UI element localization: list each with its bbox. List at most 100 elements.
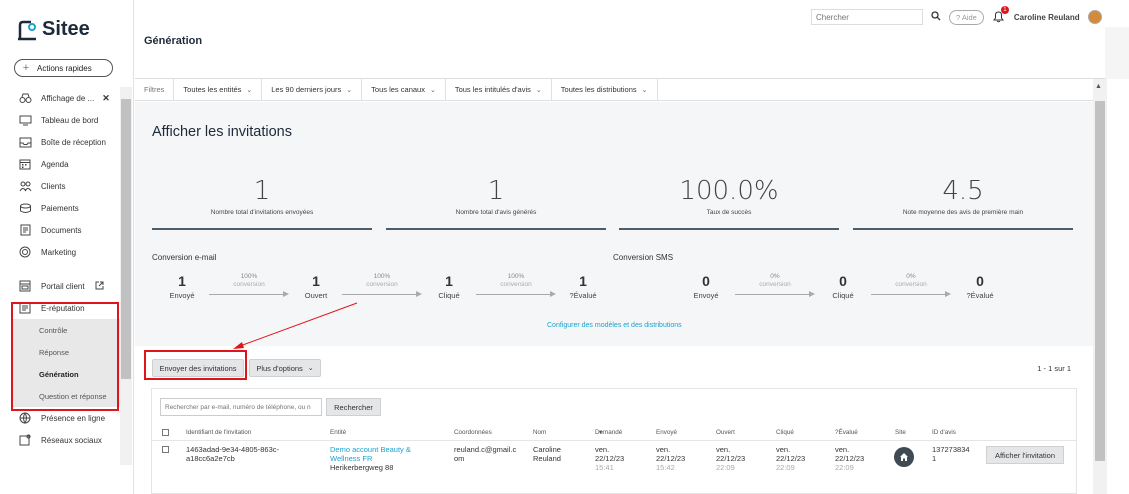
header-right-panel (1105, 27, 1129, 79)
conversion-rate: 0% (906, 273, 916, 280)
cell-line: a18cc6a2e7cb (186, 454, 235, 463)
cell-line: ven. (595, 445, 610, 454)
cell-evaluated: ven. 22/12/23 22:09 (835, 445, 864, 472)
marketing-icon (18, 245, 32, 259)
cell-opened: ven. 22/12/23 22:09 (716, 445, 745, 472)
sidebar-item-dashboard[interactable]: Tableau de bord (0, 109, 120, 131)
configure-templates-link[interactable]: Configurer des modèles et des distributi… (547, 322, 682, 329)
quick-actions-button[interactable]: + Actions rapides (14, 59, 113, 77)
table-search-input[interactable] (160, 398, 322, 416)
sort-desc-icon: ▾ (599, 429, 603, 436)
stat-success-rate: 100.0% Taux de succès (619, 176, 839, 230)
quick-actions-label: Actions rapides (37, 63, 92, 73)
cell-line: 137273834 (932, 445, 970, 454)
avatar[interactable] (1087, 10, 1102, 24)
highlight-box-send-button (144, 350, 247, 380)
payments-icon (18, 201, 32, 215)
cell-line: ven. (716, 445, 731, 454)
sidebar-item-label: Clients (41, 181, 66, 191)
close-icon[interactable]: ✕ (102, 93, 110, 104)
page-title: Génération (144, 35, 203, 47)
logo[interactable]: Sitee (16, 18, 90, 41)
step-count: 1 (312, 273, 320, 289)
entity-link[interactable]: Demo account Beauty & (330, 445, 411, 454)
sidebar-item-agenda[interactable]: Agenda (0, 153, 120, 175)
search-icon[interactable] (931, 11, 941, 23)
logo-icon (18, 20, 36, 40)
app-root: Sitee + Actions rapides Affichage de ...… (0, 0, 1129, 494)
stat-value: 4.5 (942, 176, 984, 206)
search-button[interactable]: Rechercher (326, 398, 381, 416)
cell-clicked: ven. 22/12/23 22:09 (776, 445, 805, 472)
sidebar-item-clients[interactable]: Clients (0, 175, 120, 197)
brand-name: Sitee (42, 18, 90, 40)
sidebar-item-label: Portail client (41, 281, 85, 291)
cell-line: ven. (656, 445, 671, 454)
sidebar: Sitee + Actions rapides Affichage de ...… (0, 0, 134, 494)
step-count: 0 (839, 273, 847, 289)
main-scroll-thumb[interactable] (1095, 101, 1105, 461)
cell-name: Caroline Reuland (533, 445, 561, 463)
col-header-review-id: ID d'avis (932, 429, 956, 436)
email-step-clicked: 1 Cliqué (419, 273, 479, 300)
filter-entities[interactable]: Toutes les entités ⌄ (174, 78, 263, 101)
stat-label: Nombre total d'avis générés (455, 209, 537, 216)
cell-sent: ven. 22/12/23 15:42 (656, 445, 685, 472)
sidebar-item-label: Agenda (41, 159, 69, 169)
notification-bell[interactable]: 1 (992, 6, 1009, 24)
filter-period[interactable]: Les 90 derniers jours ⌄ (262, 78, 363, 101)
email-conversion-title: Conversion e-mail (152, 253, 217, 262)
conversion-rate: 0% (770, 273, 780, 280)
conversion-rate: 100% (507, 273, 525, 280)
help-button[interactable]: ? Aide (949, 9, 984, 25)
step-label: Ouvert (304, 291, 328, 300)
step-label: ?Évalué (966, 291, 994, 300)
filters-label: Filtres (135, 78, 175, 101)
table-header: Identifiant de l'invitation Entité Coord… (152, 425, 1076, 441)
view-invitation-button[interactable]: Afficher l'invitation (986, 446, 1064, 464)
sms-step-clicked: 0 Cliqué (813, 273, 873, 300)
entity-link[interactable]: Wellness FR (330, 454, 411, 463)
sidebar-item-social[interactable]: Réseaux sociaux (0, 429, 120, 451)
chevron-down-icon: ⌄ (246, 86, 253, 94)
top-right-controls: ? Aide 1 Caroline Reuland (811, 6, 1102, 25)
sidebar-item-inbox[interactable]: Boîte de réception (0, 131, 120, 153)
step-label: Envoyé (169, 291, 195, 300)
sidebar-item-label: Documents (41, 225, 82, 235)
chevron-down-icon: ⌄ (535, 86, 542, 94)
sidebar-item-marketing[interactable]: Marketing (0, 241, 120, 263)
scroll-up-icon[interactable]: ▲ (1095, 83, 1102, 90)
select-all-checkbox[interactable] (162, 429, 169, 436)
sidebar-item-portal[interactable]: Portail client (0, 275, 120, 297)
sms-step-evaluated: 0 ?Évalué (950, 273, 1010, 300)
home-icon[interactable] (894, 447, 914, 467)
stat-reviews-generated: 1 Nombre total d'avis générés (386, 176, 606, 230)
cell-time: 15:42 (656, 463, 675, 472)
filter-channels[interactable]: Tous les canaux ⌄ (362, 78, 446, 101)
filter-label: Toutes les distributions (560, 85, 637, 94)
filter-review-titles[interactable]: Tous les intitulés d'avis ⌄ (446, 78, 552, 101)
sidebar-item-documents[interactable]: Documents (0, 219, 120, 241)
cell-line: 22/12/23 (716, 454, 746, 463)
global-search-input[interactable] (811, 9, 923, 25)
user-name[interactable]: Caroline Reuland (1014, 13, 1080, 22)
sidebar-item-view[interactable]: Affichage de ... ✕ (0, 87, 120, 109)
stat-underline (152, 228, 372, 230)
cell-line: om (454, 454, 465, 463)
row-checkbox[interactable] (162, 446, 169, 453)
sidebar-scrollbar[interactable] (120, 87, 132, 465)
filter-distributions[interactable]: Toutes les distributions ⌄ (552, 78, 658, 101)
cell-line: 22/12/23 (776, 454, 806, 463)
calendar-icon (18, 157, 32, 171)
cell-id: 1463adad-9e34-4805-863c- a18cc6a2e7cb (186, 445, 279, 463)
email-step-sent: 1 Envoyé (152, 273, 212, 300)
sidebar-scroll-thumb[interactable] (121, 99, 131, 379)
cell-line: 22/12/23 (595, 454, 625, 463)
stat-label: Nombre total d'invitations envoyées (210, 209, 314, 216)
more-options-button[interactable]: Plus d'options ⌄ (249, 359, 321, 377)
more-options-label: Plus d'options (256, 363, 303, 373)
sidebar-item-payments[interactable]: Paiements (0, 197, 120, 219)
main-scrollbar[interactable]: ▲ (1093, 79, 1107, 494)
binoculars-icon (18, 91, 32, 105)
step-count: 0 (976, 273, 984, 289)
